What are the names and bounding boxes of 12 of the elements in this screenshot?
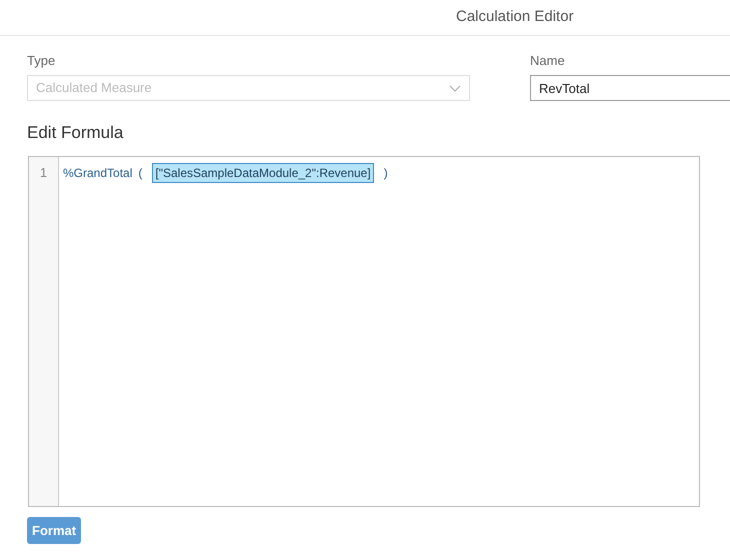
- field-label: Name: [530, 53, 566, 69]
- line-number: 1: [40, 164, 48, 182]
- name-input[interactable]: RevTotal: [530, 75, 730, 101]
- formula-parenthesis: (: [138, 165, 142, 182]
- chevron-down-icon: [449, 84, 461, 92]
- formula-reference: ["SalesSampleDataModule_2":Revenue]: [152, 163, 374, 183]
- formula-function: %GrandTotal: [63, 165, 132, 182]
- section-heading: Edit Formula: [26, 122, 124, 144]
- formula-editor[interactable]: 1 %GrandTotal ( ["SalesSampleDataModule_2":Revenue] ): [28, 156, 700, 507]
- formula-parenthesis: ): [384, 165, 388, 182]
- field-label: Type: [27, 53, 56, 69]
- dialog-title: Calculation Editor: [456, 7, 574, 28]
